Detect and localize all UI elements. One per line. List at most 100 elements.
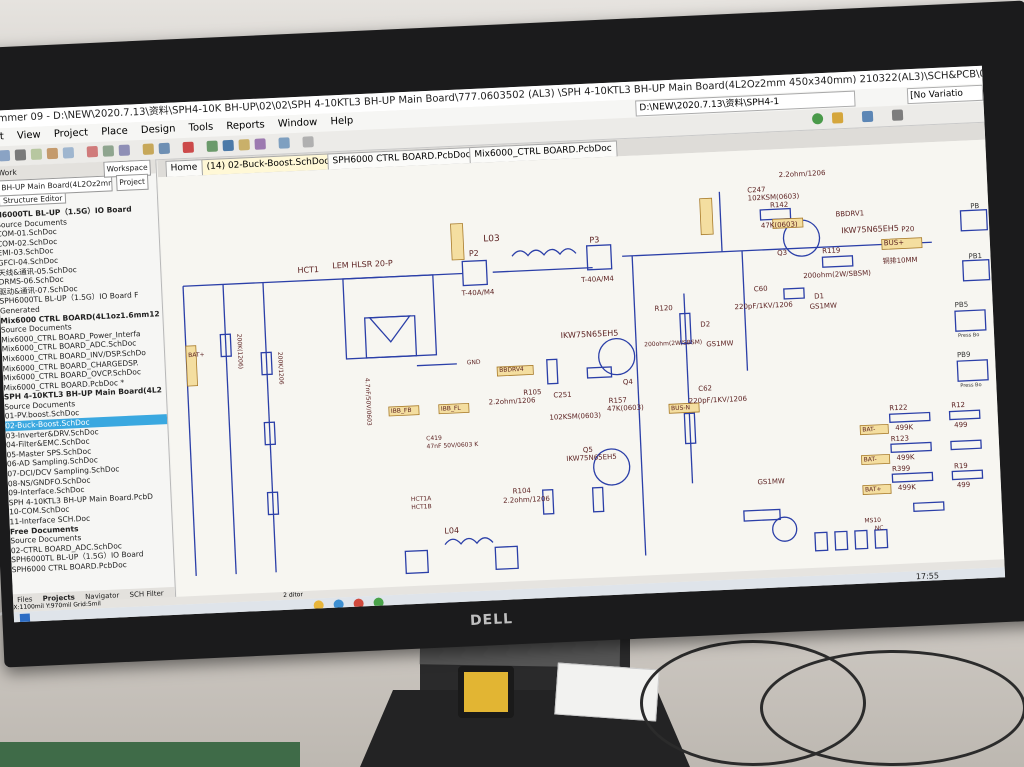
taskbar-clock: 17:55 bbox=[915, 571, 940, 582]
list-icon[interactable] bbox=[891, 109, 904, 121]
label-c62: C62 bbox=[698, 384, 713, 393]
net-ibb-fb: IBB_FB bbox=[390, 406, 412, 415]
net-bus-plus: BUS+ bbox=[883, 238, 905, 248]
clear-filter-icon[interactable] bbox=[182, 141, 195, 154]
label-r122-value: 499K bbox=[895, 423, 914, 433]
copy-icon[interactable] bbox=[102, 145, 115, 157]
label-p2-part: T-40A/M4 bbox=[461, 288, 495, 298]
label-r19-value: 499 bbox=[956, 480, 971, 490]
label-r120: R120 bbox=[654, 304, 673, 313]
schematic-canvas[interactable]: HCT1 LEM HLSR 20-P L03 P2 T-40A/M4 P3 T-… bbox=[158, 139, 1005, 597]
net-label-icon[interactable] bbox=[238, 139, 250, 151]
label-pb1: PB1 bbox=[968, 251, 983, 261]
net-bat-plus: BAT+ bbox=[188, 351, 205, 360]
sheet-symbol-icon[interactable] bbox=[302, 136, 314, 148]
label-d2-value: GS1MW bbox=[706, 339, 734, 349]
menu-tools[interactable]: Tools bbox=[188, 122, 213, 134]
project-button[interactable]: Project bbox=[115, 173, 149, 192]
label-r142-value: 47K(0603) bbox=[760, 220, 798, 230]
menu-reports[interactable]: Reports bbox=[226, 119, 265, 132]
label-q5: Q5 bbox=[582, 445, 594, 455]
net-bat-plus-f: BAT+ bbox=[864, 485, 882, 494]
zoom-fit-icon[interactable] bbox=[62, 147, 75, 159]
go-back-icon[interactable] bbox=[811, 113, 824, 125]
label-d2: D2 bbox=[700, 320, 711, 329]
label-pb5: PB5 bbox=[954, 300, 969, 310]
start-icon[interactable] bbox=[19, 613, 31, 623]
label-r122: R122 bbox=[889, 403, 908, 413]
label-gs1mw: GS1MW bbox=[757, 477, 785, 487]
label-hct1b: HCT1B bbox=[411, 503, 432, 512]
select-icon[interactable] bbox=[142, 143, 155, 155]
label-pb: PB bbox=[970, 202, 980, 211]
menu-window[interactable]: Window bbox=[278, 117, 318, 130]
label-r399: R399 bbox=[891, 464, 911, 474]
label-ms10: MS10 bbox=[864, 516, 882, 525]
net-bbdrv1: BBDRV1 bbox=[835, 209, 865, 219]
save-icon[interactable] bbox=[14, 149, 27, 161]
part-icon[interactable] bbox=[278, 137, 290, 149]
label-p2: P2 bbox=[468, 248, 479, 259]
label-r119: R119 bbox=[821, 246, 841, 256]
label-copper-bar: 铜排10MM bbox=[882, 255, 918, 266]
label-r157-value: 47K(0603) bbox=[606, 403, 644, 414]
label-nc: NC bbox=[874, 524, 884, 533]
label-c251: C251 bbox=[553, 390, 572, 400]
label-d1-value: GS1MW bbox=[809, 301, 838, 311]
menu-view[interactable]: View bbox=[17, 130, 41, 142]
label-p3: P3 bbox=[589, 235, 600, 245]
label-p3-part: T-40A/M4 bbox=[581, 274, 615, 285]
wire-icon[interactable] bbox=[206, 140, 218, 153]
label-c60: C60 bbox=[753, 284, 768, 294]
label-r123: R123 bbox=[890, 434, 910, 444]
label-pb9: PB9 bbox=[956, 350, 971, 360]
paste-icon[interactable] bbox=[118, 144, 131, 156]
label-l04: L04 bbox=[444, 525, 460, 536]
label-pb5-press: Press Bo bbox=[957, 332, 980, 340]
bus-icon[interactable] bbox=[222, 139, 234, 152]
net-ibb-fl: IBB_FL bbox=[440, 404, 461, 413]
label-q3: Q3 bbox=[776, 248, 788, 258]
cable bbox=[760, 650, 1024, 766]
menu-project[interactable]: Project bbox=[54, 127, 89, 140]
label-r12x-value: 499 bbox=[953, 420, 968, 430]
menu-edit[interactable]: it bbox=[0, 131, 4, 142]
open-icon[interactable] bbox=[0, 149, 11, 162]
label-r142: R142 bbox=[769, 200, 789, 210]
structure-editor-button[interactable]: Structure Editor bbox=[0, 192, 67, 207]
label-c419: C419 bbox=[426, 434, 443, 443]
photo-scene: DELL ummer 09 - D:\NEW\2020.7.13\资料\SPH4… bbox=[0, 0, 1024, 767]
label-p20: P20 bbox=[901, 224, 915, 234]
workspace-label: Work bbox=[0, 167, 17, 178]
label-hct1a: HCT1A bbox=[410, 495, 432, 504]
label-q4: Q4 bbox=[622, 377, 634, 387]
monitor-screen: ummer 09 - D:\NEW\2020.7.13\资料\SPH4-10K … bbox=[0, 65, 1006, 623]
label-l03: L03 bbox=[483, 233, 500, 245]
menu-help[interactable]: Help bbox=[330, 115, 353, 127]
net-bat-minus-1: BAT- bbox=[862, 425, 876, 434]
gear-icon[interactable] bbox=[831, 112, 844, 124]
label-r-values-b: 200K/1206 bbox=[276, 351, 285, 385]
projects-panel: Work Workspace BH-UP Main Board(4L2Oz2mm… bbox=[0, 159, 177, 607]
net-bbdrv4: BBDRV4 bbox=[499, 365, 524, 374]
label-r19: R19 bbox=[953, 461, 968, 471]
green-mat bbox=[0, 742, 300, 767]
move-icon[interactable] bbox=[158, 142, 171, 155]
menu-place[interactable]: Place bbox=[101, 126, 128, 138]
label-r123-value: 499K bbox=[896, 453, 915, 463]
label-r12x: R12 bbox=[951, 400, 966, 410]
layers-icon[interactable] bbox=[861, 110, 874, 123]
print-icon[interactable] bbox=[30, 148, 43, 160]
menu-design[interactable]: Design bbox=[141, 123, 176, 136]
label-r104: R104 bbox=[512, 486, 532, 496]
power-port-icon[interactable] bbox=[254, 138, 266, 150]
label-hct1: HCT1 bbox=[297, 265, 320, 276]
zoom-icon[interactable] bbox=[46, 147, 59, 160]
label-r399-value: 499K bbox=[897, 483, 917, 493]
inductor-coil bbox=[458, 666, 514, 718]
monitor-logo: DELL bbox=[469, 611, 514, 629]
label-d1: D1 bbox=[813, 292, 825, 301]
cut-icon[interactable] bbox=[86, 145, 99, 158]
net-bat-minus-2: BAT- bbox=[863, 455, 877, 464]
label-gnd: GND bbox=[466, 358, 481, 367]
